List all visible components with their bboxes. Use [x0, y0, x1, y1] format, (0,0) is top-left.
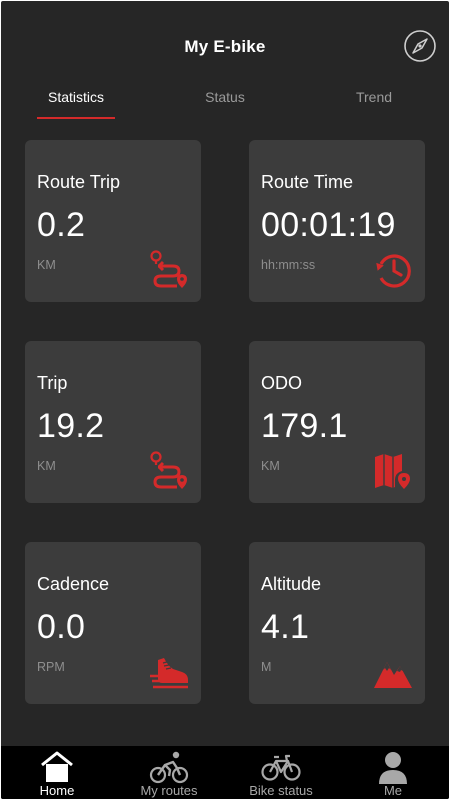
- person-icon: [379, 752, 407, 784]
- card-unit: RPM: [37, 660, 65, 674]
- nav-bike-status[interactable]: Bike status: [225, 746, 337, 799]
- nav-label: Bike status: [249, 783, 313, 798]
- card-unit: KM: [37, 459, 56, 473]
- page-title: My E-bike: [184, 37, 266, 56]
- card-value: 179.1: [261, 407, 348, 445]
- card-label: Route Time: [261, 172, 354, 192]
- card-unit: KM: [261, 459, 280, 473]
- card-route-time[interactable]: Route Time 00:01:19 hh:mm:ss: [249, 140, 425, 302]
- card-value: 0.0: [37, 608, 86, 646]
- route-icon: [150, 250, 187, 288]
- tab-trend[interactable]: Trend: [324, 87, 424, 119]
- nav-my-routes[interactable]: My routes: [113, 746, 225, 799]
- header: My E-bike: [1, 1, 449, 81]
- shoe-speed-icon: [150, 658, 188, 689]
- home-icon: [41, 751, 73, 782]
- card-label: Cadence: [37, 574, 110, 594]
- nav-label: Home: [39, 783, 75, 798]
- active-tab-indicator: [37, 117, 115, 119]
- tab-statistics[interactable]: Statistics: [26, 87, 126, 119]
- bottom-nav: Home My routes Bike status Me: [1, 746, 449, 799]
- map-pin-icon: [375, 454, 410, 489]
- card-label: Route Trip: [37, 172, 121, 192]
- card-value: 0.2: [37, 206, 86, 244]
- tab-bar: Statistics Status Trend: [1, 87, 449, 121]
- nav-label: My routes: [140, 783, 198, 798]
- card-cadence[interactable]: Cadence 0.0 RPM: [25, 542, 201, 704]
- mountain-icon: [374, 662, 412, 688]
- card-unit: M: [261, 660, 272, 674]
- nav-me[interactable]: Me: [337, 746, 449, 799]
- card-label: Altitude: [261, 574, 322, 594]
- card-value: 19.2: [37, 407, 105, 445]
- card-unit: hh:mm:ss: [261, 258, 316, 272]
- app-screen: My E-bike Statistics Status Trend Route …: [1, 1, 449, 799]
- card-label: Trip: [37, 373, 68, 393]
- card-label: ODO: [261, 373, 303, 393]
- card-odo[interactable]: ODO 179.1 KM: [249, 341, 425, 503]
- card-altitude[interactable]: Altitude 4.1 M: [249, 542, 425, 704]
- card-route-trip[interactable]: Route Trip 0.2 KM: [25, 140, 201, 302]
- history-clock-icon: [376, 254, 411, 288]
- card-value: 00:01:19: [261, 206, 396, 244]
- route-icon: [150, 451, 187, 489]
- card-unit: KM: [37, 258, 56, 272]
- cyclist-icon: [149, 751, 189, 784]
- nav-label: Me: [383, 783, 403, 798]
- tab-status[interactable]: Status: [175, 87, 275, 119]
- bike-icon: [261, 754, 301, 781]
- card-value: 4.1: [261, 608, 310, 646]
- compass-icon[interactable]: [403, 29, 437, 63]
- nav-home[interactable]: Home: [1, 746, 113, 799]
- card-trip[interactable]: Trip 19.2 KM: [25, 341, 201, 503]
